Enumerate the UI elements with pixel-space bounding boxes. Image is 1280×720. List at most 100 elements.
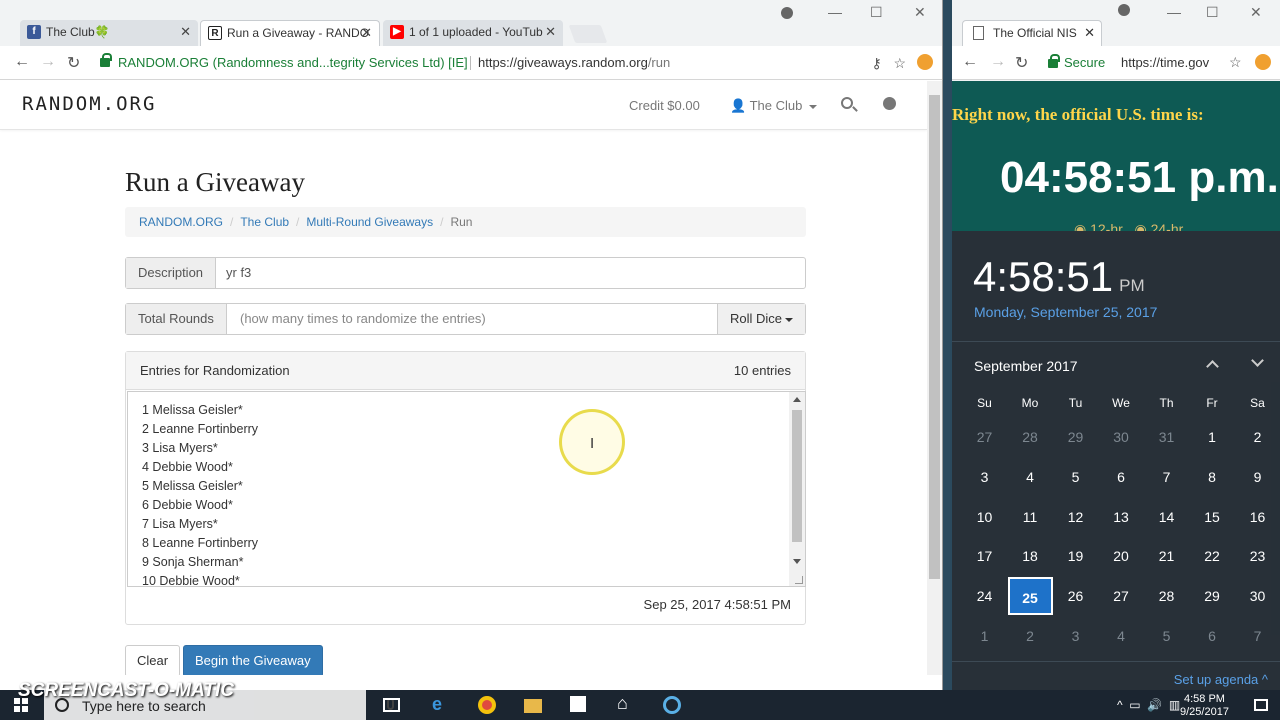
- new-tab-button[interactable]: [568, 25, 608, 43]
- star-icon[interactable]: ☆: [893, 55, 906, 71]
- task-view-icon[interactable]: [383, 698, 400, 712]
- calendar-day-today[interactable]: 25: [1007, 577, 1053, 616]
- reload-icon[interactable]: ↻: [67, 53, 80, 73]
- tab-facebook[interactable]: f The Club🍀 ✕: [20, 20, 198, 46]
- scroll-down-icon[interactable]: [793, 559, 801, 564]
- extension-icon[interactable]: [1255, 54, 1271, 70]
- close-icon[interactable]: ✕: [545, 24, 556, 40]
- store-icon[interactable]: [570, 696, 586, 712]
- calendar-day[interactable]: 15: [1190, 498, 1235, 536]
- calendar-day[interactable]: 28: [1008, 418, 1053, 456]
- roll-dice-button[interactable]: Roll Dice: [716, 304, 805, 334]
- radio-12hr[interactable]: ◉: [1074, 221, 1086, 231]
- site-logo[interactable]: RANDOM.ORG: [22, 93, 156, 115]
- search-icon[interactable]: [841, 97, 853, 109]
- calendar-day[interactable]: 3: [1053, 617, 1098, 655]
- calendar-day[interactable]: 29: [1190, 577, 1235, 615]
- extension-icon[interactable]: [917, 54, 933, 70]
- calendar-day[interactable]: 16: [1235, 498, 1280, 536]
- calendar-day[interactable]: 23: [1235, 537, 1280, 575]
- forward-arrow-icon[interactable]: →: [40, 53, 56, 71]
- calendar-day[interactable]: 30: [1235, 577, 1280, 615]
- tab-time-gov[interactable]: The Official NIS ✕: [962, 20, 1102, 46]
- calendar-day[interactable]: 30: [1099, 418, 1144, 456]
- clear-button[interactable]: Clear: [125, 645, 181, 675]
- calendar-day[interactable]: 29: [1053, 418, 1098, 456]
- breadcrumb-random-org[interactable]: RANDOM.ORG: [139, 215, 223, 229]
- scroll-up-icon[interactable]: [793, 397, 801, 402]
- minimize-icon[interactable]: —: [1167, 4, 1181, 20]
- calendar-day[interactable]: 27: [1099, 577, 1144, 615]
- total-rounds-input[interactable]: (how many times to randomize the entries…: [240, 304, 486, 334]
- star-icon[interactable]: ☆: [1229, 54, 1242, 71]
- profile-icon[interactable]: [781, 7, 793, 19]
- url-text[interactable]: https://giveaways.random.org/run: [478, 51, 670, 75]
- calendar-day[interactable]: 19: [1053, 537, 1098, 575]
- calendar-day[interactable]: 6: [1099, 458, 1144, 496]
- calendar-day[interactable]: 4: [1008, 458, 1053, 496]
- calendar-day[interactable]: 24: [962, 577, 1007, 615]
- calendar-day[interactable]: 3: [962, 458, 1007, 496]
- calendar-day[interactable]: 22: [1190, 537, 1235, 575]
- calendar-day[interactable]: 8: [1190, 458, 1235, 496]
- calendar-day[interactable]: 28: [1144, 577, 1189, 615]
- begin-giveaway-button[interactable]: Begin the Giveaway: [183, 645, 323, 675]
- calendar-day[interactable]: 17: [962, 537, 1007, 575]
- maximize-icon[interactable]: ☐: [1206, 4, 1219, 21]
- calendar-day[interactable]: 9: [1235, 458, 1280, 496]
- calendar-day[interactable]: 5: [1144, 617, 1189, 655]
- tab-youtube[interactable]: ▶ 1 of 1 uploaded - YouTub ✕: [383, 20, 563, 46]
- description-input[interactable]: yr f3: [226, 258, 251, 288]
- home-icon[interactable]: ⌂: [617, 693, 635, 713]
- chrome-icon[interactable]: [478, 696, 496, 714]
- screencast-icon[interactable]: [663, 696, 681, 714]
- scroll-thumb[interactable]: [792, 410, 802, 542]
- calendar-day[interactable]: 31: [1144, 418, 1189, 456]
- close-icon[interactable]: ✕: [361, 25, 372, 41]
- calendar-day[interactable]: 18: [1008, 537, 1053, 575]
- window-close-icon[interactable]: ✕: [914, 4, 926, 21]
- file-explorer-icon[interactable]: [524, 699, 542, 713]
- maximize-icon[interactable]: ☐: [870, 4, 883, 21]
- entries-scrollbar[interactable]: [789, 392, 805, 586]
- calendar-day[interactable]: 20: [1099, 537, 1144, 575]
- calendar-day[interactable]: 26: [1053, 577, 1098, 615]
- entries-textarea[interactable]: 1 Melissa Geisler* 2 Leanne Fortinberry 3 …: [127, 391, 806, 587]
- back-arrow-icon[interactable]: ←: [14, 53, 30, 71]
- calendar-day[interactable]: 2: [1008, 617, 1053, 655]
- taskbar-clock[interactable]: 4:58 PM 9/25/2017: [1180, 693, 1229, 719]
- chevron-up-icon[interactable]: [1206, 360, 1219, 373]
- globe-icon[interactable]: [883, 97, 896, 110]
- calendar-day[interactable]: 6: [1190, 617, 1235, 655]
- key-icon[interactable]: ⚷: [872, 55, 882, 71]
- radio-24hr[interactable]: ◉: [1134, 221, 1146, 231]
- calendar-day[interactable]: 13: [1099, 498, 1144, 536]
- window-close-icon[interactable]: ✕: [1250, 4, 1262, 21]
- calendar-day[interactable]: 14: [1144, 498, 1189, 536]
- credit-link[interactable]: Credit $0.00: [629, 98, 700, 113]
- breadcrumb-multi-round[interactable]: Multi-Round Giveaways: [306, 215, 433, 229]
- calendar-day[interactable]: 5: [1053, 458, 1098, 496]
- close-icon[interactable]: ✕: [1084, 25, 1095, 41]
- breadcrumb-the-club[interactable]: The Club: [240, 215, 289, 229]
- calendar-day[interactable]: 2: [1235, 418, 1280, 456]
- minimize-icon[interactable]: —: [828, 4, 842, 20]
- system-tray[interactable]: ^ ▭ 🔊 ▥: [1117, 698, 1180, 712]
- calendar-day[interactable]: 7: [1144, 458, 1189, 496]
- profile-icon[interactable]: [1118, 4, 1130, 16]
- tab-random-org[interactable]: R Run a Giveaway - RANDO ✕: [200, 20, 380, 46]
- calendar-day[interactable]: 1: [1190, 418, 1235, 456]
- calendar-day[interactable]: 12: [1053, 498, 1098, 536]
- reload-icon[interactable]: ↻: [1015, 53, 1028, 73]
- calendar-day[interactable]: 7: [1235, 617, 1280, 655]
- edge-icon[interactable]: e: [432, 694, 450, 714]
- setup-agenda-link[interactable]: Set up agenda ^: [1174, 672, 1268, 687]
- calendar-day[interactable]: 27: [962, 418, 1007, 456]
- chevron-down-icon[interactable]: [1251, 354, 1264, 367]
- url-text[interactable]: https://time.gov: [1121, 55, 1209, 70]
- close-icon[interactable]: ✕: [180, 24, 191, 40]
- address-bar[interactable]: RANDOM.ORG (Randomness and...tegrity Ser…: [94, 51, 910, 75]
- calendar-day[interactable]: 21: [1144, 537, 1189, 575]
- notifications-icon[interactable]: [1254, 699, 1268, 711]
- page-scrollbar[interactable]: [927, 81, 942, 675]
